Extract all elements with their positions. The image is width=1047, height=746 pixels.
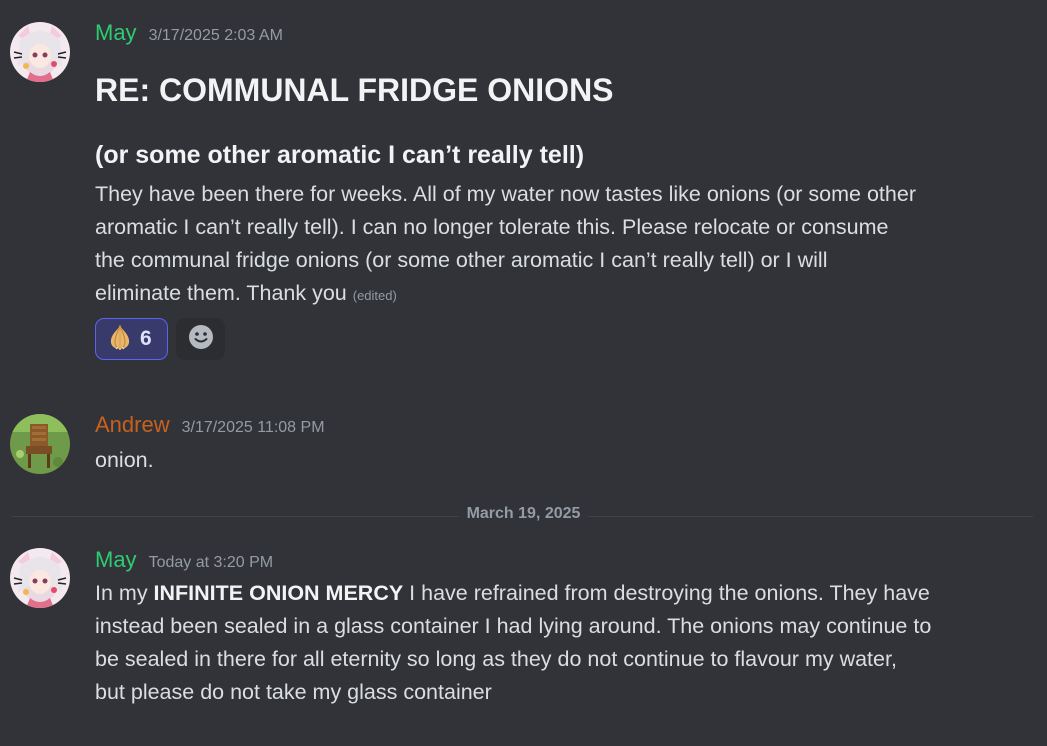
username[interactable]: May — [95, 20, 137, 46]
avatar-may[interactable] — [10, 22, 70, 82]
avatar-andrew[interactable] — [10, 414, 70, 474]
heading-subtitle: (or some other aromatic I can’t really t… — [95, 141, 585, 169]
username[interactable]: Andrew — [95, 412, 170, 438]
username[interactable]: May — [95, 547, 137, 573]
message-body: They have been there for weeks. All of m… — [95, 178, 1027, 312]
onion-emoji-icon — [106, 323, 134, 356]
message-header: May Today at 3:20 PM — [95, 547, 1027, 577]
body-line: In my INFINITE ONION MERCY I have refrai… — [95, 577, 1027, 610]
reactions-bar: 6 — [95, 318, 1027, 360]
message-header: May 3/17/2025 2:03 AM — [95, 20, 1027, 50]
body-rest: I have refrained from destroying the oni… — [403, 581, 930, 605]
body-line: be sealed in there for all eternity so l… — [95, 647, 897, 671]
message-content: May 3/17/2025 2:03 AM RE: COMMUNAL FRIDG… — [95, 20, 1027, 360]
add-reaction-button[interactable] — [176, 318, 225, 360]
timestamp[interactable]: 3/17/2025 2:03 AM — [149, 27, 283, 45]
heading-title: RE: COMMUNAL FRIDGE ONIONS — [95, 72, 614, 108]
body-line: instead been sealed in a glass container… — [95, 614, 932, 638]
timestamp[interactable]: Today at 3:20 PM — [149, 554, 274, 572]
avatar-may[interactable] — [10, 548, 70, 608]
smiley-add-reaction-icon — [188, 324, 214, 355]
body-line: the communal fridge onions (or some othe… — [95, 248, 828, 272]
reaction-onion[interactable]: 6 — [95, 318, 168, 360]
body-line-last: eliminate them. Thank you (edited) — [95, 277, 1027, 312]
body-line: They have been there for weeks. All of m… — [95, 182, 916, 206]
body-line-text: eliminate them. Thank you — [95, 281, 347, 305]
body-line: but please do not take my glass containe… — [95, 680, 492, 704]
edited-label: (edited) — [352, 288, 397, 303]
timestamp[interactable]: 3/17/2025 11:08 PM — [182, 419, 325, 437]
message-content: Andrew 3/17/2025 11:08 PM onion. — [95, 412, 1027, 477]
date-divider-label: March 19, 2025 — [458, 505, 589, 522]
body-line: aromatic I can’t really tell). I can no … — [95, 215, 889, 239]
body-prefix: In my — [95, 581, 154, 605]
date-divider: March 19, 2025 — [0, 505, 1047, 523]
body-bold-phrase: INFINITE ONION MERCY — [153, 581, 404, 605]
message-body: In my INFINITE ONION MERCY I have refrai… — [95, 577, 1027, 709]
chat-log: May 3/17/2025 2:03 AM RE: COMMUNAL FRIDG… — [0, 0, 1047, 746]
message-body: onion. — [95, 448, 154, 472]
message-header: Andrew 3/17/2025 11:08 PM — [95, 412, 1027, 442]
message-content: May Today at 3:20 PM In my INFINITE ONIO… — [95, 547, 1027, 709]
reaction-count: 6 — [140, 327, 152, 350]
